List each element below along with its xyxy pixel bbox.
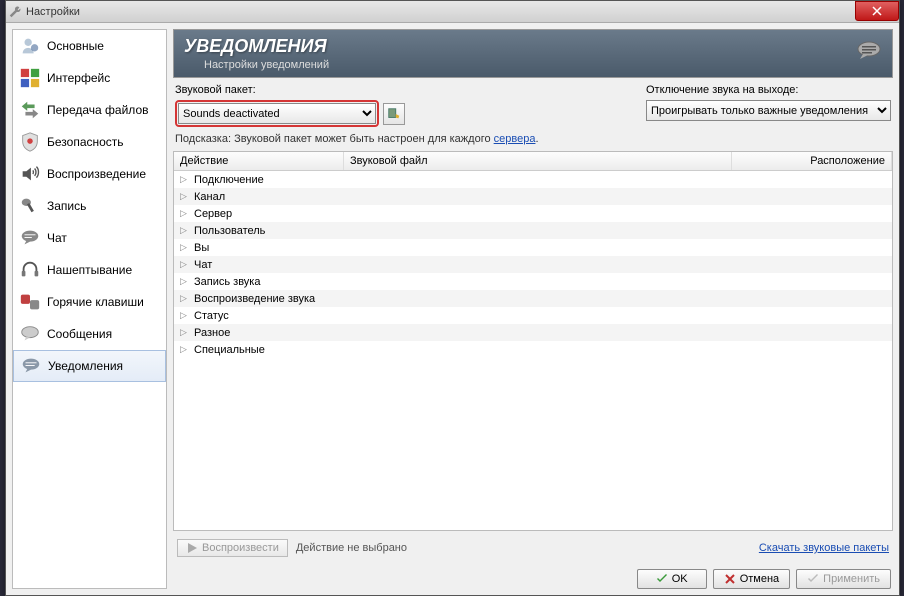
apply-button[interactable]: Применить [796, 569, 891, 589]
notification-header-icon [856, 40, 882, 60]
person-icon [19, 35, 41, 57]
expand-icon[interactable]: ▷ [180, 259, 192, 270]
panel-subtitle: Настройки уведомлений [204, 59, 329, 71]
cancel-button[interactable]: Отмена [713, 569, 790, 589]
sidebar-item-playback[interactable]: Воспроизведение [13, 158, 166, 190]
microphone-icon [19, 195, 41, 217]
sidebar-item-label: Сообщения [47, 327, 112, 341]
sidebar-item-label: Нашептывание [47, 263, 132, 277]
sidebar-item-hotkeys[interactable]: Горячие клавиши [13, 286, 166, 318]
tree-row[interactable]: ▷Вы [174, 239, 892, 256]
titlebar[interactable]: Настройки [6, 1, 899, 23]
tree-row[interactable]: ▷Разное [174, 324, 892, 341]
sidebar-item-label: Передача файлов [47, 103, 149, 117]
sidebar-item-label: Безопасность [47, 135, 124, 149]
tree-row[interactable]: ▷Пользователь [174, 222, 892, 239]
sidebar-item-label: Интерфейс [47, 71, 110, 85]
tree-body[interactable]: ▷Подключение ▷Канал ▷Сервер ▷Пользовател… [174, 171, 892, 530]
sidebar-item-label: Воспроизведение [47, 167, 146, 181]
headset-icon [19, 259, 41, 281]
panel-title: УВЕДОМЛЕНИЯ [184, 36, 329, 57]
sidebar-item-whisper[interactable]: Нашептывание [13, 254, 166, 286]
col-sound-header[interactable]: Звуковой файл [344, 152, 732, 170]
col-location-header[interactable]: Расположение [732, 152, 892, 170]
tree-header: Действие Звуковой файл Расположение [174, 152, 892, 171]
sidebar-item-record[interactable]: Запись [13, 190, 166, 222]
sidebar-item-notifications[interactable]: Уведомления [13, 350, 166, 382]
sidebar-item-general[interactable]: Основные [13, 30, 166, 62]
wrench-icon [8, 5, 22, 19]
server-link[interactable]: сервера [494, 133, 536, 145]
mute-label: Отключение звука на выходе: [646, 84, 891, 96]
sidebar-item-security[interactable]: Безопасность [13, 126, 166, 158]
tree-row[interactable]: ▷Специальные [174, 341, 892, 358]
expand-icon[interactable]: ▷ [180, 225, 192, 236]
expand-icon[interactable]: ▷ [180, 276, 192, 287]
shield-icon [19, 131, 41, 153]
sidebar-item-label: Чат [47, 231, 67, 245]
sound-pack-label: Звуковой пакет: [175, 84, 405, 96]
sidebar: Основные Интерфейс Передача файлов Безоп… [12, 29, 167, 589]
action-tree: Действие Звуковой файл Расположение ▷Под… [173, 151, 893, 531]
tree-row[interactable]: ▷Воспроизведение звука [174, 290, 892, 307]
sidebar-item-label: Горячие клавиши [47, 295, 144, 309]
button-row: OK Отмена Применить [173, 565, 893, 589]
message-icon [19, 323, 41, 345]
sound-pack-highlight: Sounds deactivated [175, 100, 379, 127]
sidebar-item-label: Запись [47, 199, 86, 213]
sound-pack-settings-button[interactable] [383, 103, 405, 125]
tree-row[interactable]: ▷Сервер [174, 205, 892, 222]
panel-header: УВЕДОМЛЕНИЯ Настройки уведомлений [173, 29, 893, 78]
expand-icon[interactable]: ▷ [180, 242, 192, 253]
sidebar-item-file-transfer[interactable]: Передача файлов [13, 94, 166, 126]
expand-icon[interactable]: ▷ [180, 344, 192, 355]
play-button[interactable]: Воспроизвести [177, 539, 288, 557]
expand-icon[interactable]: ▷ [180, 327, 192, 338]
chat-icon [19, 227, 41, 249]
transfer-icon [19, 99, 41, 121]
sound-pack-select[interactable]: Sounds deactivated [178, 103, 376, 124]
notification-icon [20, 355, 42, 377]
grid-icon [19, 67, 41, 89]
expand-icon[interactable]: ▷ [180, 191, 192, 202]
expand-icon[interactable]: ▷ [180, 174, 192, 185]
col-action-header[interactable]: Действие [174, 152, 344, 170]
controls-row: Звуковой пакет: Sounds deactivated От [173, 82, 893, 127]
main-panel: УВЕДОМЛЕНИЯ Настройки уведомлений Звуков… [173, 29, 893, 589]
sidebar-item-label: Основные [47, 39, 104, 53]
sidebar-item-label: Уведомления [48, 359, 123, 373]
bottom-bar: Воспроизвести Действие не выбрано Скачат… [173, 535, 893, 561]
sidebar-item-messages[interactable]: Сообщения [13, 318, 166, 350]
tree-row[interactable]: ▷Статус [174, 307, 892, 324]
speaker-icon [19, 163, 41, 185]
window-title: Настройки [26, 6, 897, 18]
settings-window: Настройки Основные Интерфейс Передача фа… [5, 0, 900, 596]
tree-row[interactable]: ▷Запись звука [174, 273, 892, 290]
sidebar-item-interface[interactable]: Интерфейс [13, 62, 166, 94]
expand-icon[interactable]: ▷ [180, 208, 192, 219]
hint-text: Подсказка: Звуковой пакет может быть нас… [173, 131, 893, 147]
action-status: Действие не выбрано [296, 542, 407, 554]
window-body: Основные Интерфейс Передача файлов Безоп… [6, 23, 899, 595]
expand-icon[interactable]: ▷ [180, 310, 192, 321]
tree-row[interactable]: ▷Чат [174, 256, 892, 273]
expand-icon[interactable]: ▷ [180, 293, 192, 304]
mute-select[interactable]: Проигрывать только важные уведомления [646, 100, 891, 121]
close-button[interactable] [855, 1, 899, 21]
keys-icon [19, 291, 41, 313]
tree-row[interactable]: ▷Канал [174, 188, 892, 205]
ok-button[interactable]: OK [637, 569, 707, 589]
download-packs-link[interactable]: Скачать звуковые пакеты [759, 542, 889, 554]
sidebar-item-chat[interactable]: Чат [13, 222, 166, 254]
tree-row[interactable]: ▷Подключение [174, 171, 892, 188]
